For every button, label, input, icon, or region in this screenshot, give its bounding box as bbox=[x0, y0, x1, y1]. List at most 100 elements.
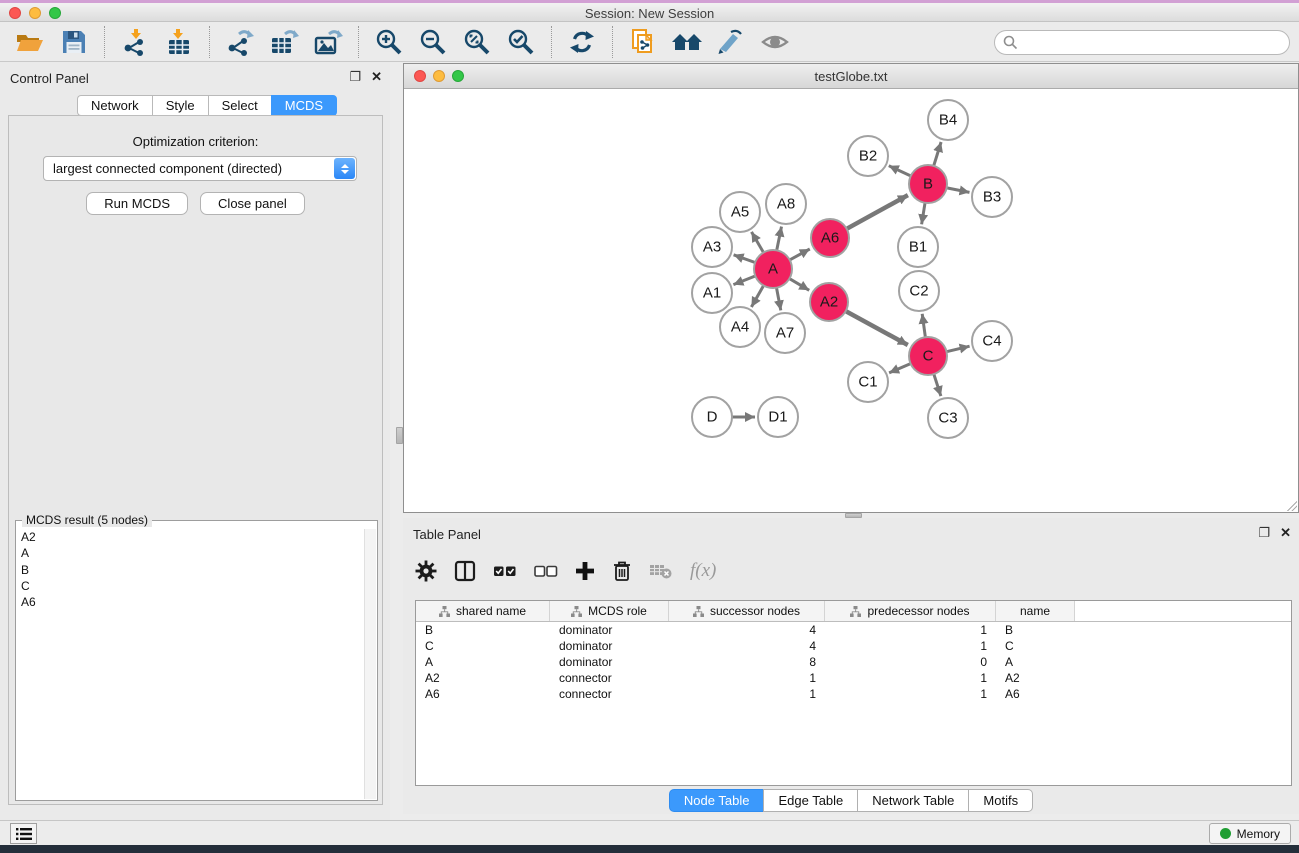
close-panel-button[interactable]: Close panel bbox=[200, 192, 305, 215]
result-item[interactable]: A bbox=[21, 545, 364, 561]
run-mcds-button[interactable]: Run MCDS bbox=[86, 192, 188, 215]
graph-edge-B-B2[interactable] bbox=[889, 166, 912, 177]
import-table-icon[interactable] bbox=[162, 26, 196, 58]
float-table-panel-icon[interactable]: ❐ bbox=[1258, 526, 1270, 539]
table-cell[interactable]: dominator bbox=[550, 639, 669, 653]
table-row[interactable]: Cdominator41C bbox=[416, 638, 1291, 654]
graph-node-B[interactable]: B bbox=[909, 165, 947, 203]
result-item[interactable]: A2 bbox=[21, 529, 364, 545]
table-cell[interactable]: B bbox=[996, 623, 1075, 637]
table-settings-gear-icon[interactable] bbox=[415, 560, 437, 582]
result-item[interactable]: C bbox=[21, 578, 364, 594]
graph-node-A2[interactable]: A2 bbox=[810, 283, 848, 321]
graph-node-C4[interactable]: C4 bbox=[972, 321, 1012, 361]
table-cell[interactable]: B bbox=[416, 623, 550, 637]
create-column-plus-icon[interactable] bbox=[575, 561, 595, 581]
export-network-icon[interactable] bbox=[223, 26, 257, 58]
network-window-titlebar[interactable]: testGlobe.txt bbox=[404, 64, 1298, 89]
graph-node-C3[interactable]: C3 bbox=[928, 398, 968, 438]
import-network-icon[interactable] bbox=[118, 26, 152, 58]
graph-node-D1[interactable]: D1 bbox=[758, 397, 798, 437]
zoom-fit-icon[interactable] bbox=[460, 26, 494, 58]
close-panel-icon[interactable]: ✕ bbox=[371, 70, 382, 83]
graph-node-C2[interactable]: C2 bbox=[899, 271, 939, 311]
tab-style[interactable]: Style bbox=[152, 95, 208, 116]
zoom-in-icon[interactable] bbox=[372, 26, 406, 58]
show-columns-icon[interactable] bbox=[454, 560, 476, 582]
window-resize-grip[interactable] bbox=[1285, 499, 1297, 511]
function-builder-icon[interactable]: f(x) bbox=[690, 560, 716, 582]
graph-node-A6[interactable]: A6 bbox=[811, 219, 849, 257]
table-row[interactable]: A6connector11A6 bbox=[416, 686, 1291, 702]
vertical-split-divider[interactable] bbox=[396, 427, 403, 444]
table-cell[interactable]: A bbox=[416, 655, 550, 669]
graph-node-C[interactable]: C bbox=[909, 337, 947, 375]
table-cell[interactable]: A2 bbox=[416, 671, 550, 685]
refresh-icon[interactable] bbox=[565, 26, 599, 58]
graph-node-A5[interactable]: A5 bbox=[720, 192, 760, 232]
delete-table-icon[interactable] bbox=[649, 562, 673, 580]
graph-node-D[interactable]: D bbox=[692, 397, 732, 437]
table-row[interactable]: A2connector11A2 bbox=[416, 670, 1291, 686]
deselect-all-rows-icon[interactable] bbox=[534, 564, 558, 578]
graph-edge-C-C3[interactable] bbox=[934, 373, 941, 396]
node-table[interactable]: shared name MCDS role successor nodes pr… bbox=[415, 600, 1292, 786]
select-stepper-icon[interactable] bbox=[334, 158, 355, 179]
memory-button[interactable]: Memory bbox=[1209, 823, 1291, 844]
graph-edge-C-C1[interactable] bbox=[889, 363, 911, 373]
table-cell[interactable]: 8 bbox=[669, 655, 825, 669]
result-scrollbar[interactable] bbox=[364, 529, 376, 799]
window-titlebar[interactable]: Session: New Session bbox=[0, 3, 1299, 22]
table-cell[interactable]: A2 bbox=[996, 671, 1075, 685]
table-row[interactable]: Adominator80A bbox=[416, 654, 1291, 670]
graph-node-A[interactable]: A bbox=[754, 250, 792, 288]
graph-edge-A2-C[interactable] bbox=[845, 311, 908, 345]
tab-mcds[interactable]: MCDS bbox=[271, 95, 337, 116]
result-item[interactable]: B bbox=[21, 562, 364, 578]
close-table-panel-icon[interactable]: ✕ bbox=[1280, 526, 1291, 539]
graph-edge-B-B4[interactable] bbox=[933, 142, 941, 167]
graph-edge-A-A7[interactable] bbox=[776, 287, 781, 311]
table-cell[interactable]: C bbox=[416, 639, 550, 653]
graph-node-A8[interactable]: A8 bbox=[766, 184, 806, 224]
graph-node-A7[interactable]: A7 bbox=[765, 313, 805, 353]
graph-edge-A-A4[interactable] bbox=[751, 285, 764, 307]
export-image-icon[interactable] bbox=[311, 26, 345, 58]
tab-network-table[interactable]: Network Table bbox=[857, 789, 968, 812]
criterion-select[interactable]: largest connected component (directed) bbox=[43, 156, 357, 181]
show-task-history-button[interactable] bbox=[10, 823, 37, 844]
table-cell[interactable]: 1 bbox=[825, 623, 996, 637]
graph-node-B4[interactable]: B4 bbox=[928, 100, 968, 140]
graph-node-C1[interactable]: C1 bbox=[848, 362, 888, 402]
table-cell[interactable]: 1 bbox=[669, 671, 825, 685]
annotation-mode-icon[interactable] bbox=[714, 26, 748, 58]
graph-node-B2[interactable]: B2 bbox=[848, 136, 888, 176]
mcds-result-list[interactable]: A2ABCA6 bbox=[17, 529, 364, 799]
graph-edge-B-B3[interactable] bbox=[946, 188, 970, 193]
table-cell[interactable]: connector bbox=[550, 687, 669, 701]
clone-network-icon[interactable] bbox=[626, 26, 660, 58]
result-item[interactable]: A6 bbox=[21, 594, 364, 610]
table-row[interactable]: Bdominator41B bbox=[416, 622, 1291, 638]
graph-edge-A-A1[interactable] bbox=[733, 276, 756, 285]
graph-edge-A-A6[interactable] bbox=[789, 249, 810, 260]
open-session-icon[interactable] bbox=[13, 26, 47, 58]
graph-edge-C-C2[interactable] bbox=[922, 314, 925, 338]
column-header-shared-name[interactable]: shared name bbox=[416, 601, 550, 621]
float-panel-icon[interactable]: ❐ bbox=[349, 70, 361, 83]
table-cell[interactable]: A bbox=[996, 655, 1075, 669]
tab-node-table[interactable]: Node Table bbox=[669, 789, 764, 812]
table-cell[interactable]: 4 bbox=[669, 639, 825, 653]
table-cell[interactable]: dominator bbox=[550, 655, 669, 669]
table-cell[interactable]: 1 bbox=[669, 687, 825, 701]
zoom-selected-icon[interactable] bbox=[504, 26, 538, 58]
graph-node-B3[interactable]: B3 bbox=[972, 177, 1012, 217]
graph-edge-A-A5[interactable] bbox=[752, 232, 765, 254]
graph-node-A4[interactable]: A4 bbox=[720, 307, 760, 347]
network-canvas[interactable]: AA1A2A3A4A5A6A7A8BB1B2B3B4CC1C2C3C4DD1 bbox=[404, 89, 1298, 512]
table-cell[interactable]: 0 bbox=[825, 655, 996, 669]
save-session-icon[interactable] bbox=[57, 26, 91, 58]
column-header-name[interactable]: name bbox=[996, 601, 1075, 621]
search-input[interactable] bbox=[994, 30, 1290, 55]
graph-node-A1[interactable]: A1 bbox=[692, 273, 732, 313]
